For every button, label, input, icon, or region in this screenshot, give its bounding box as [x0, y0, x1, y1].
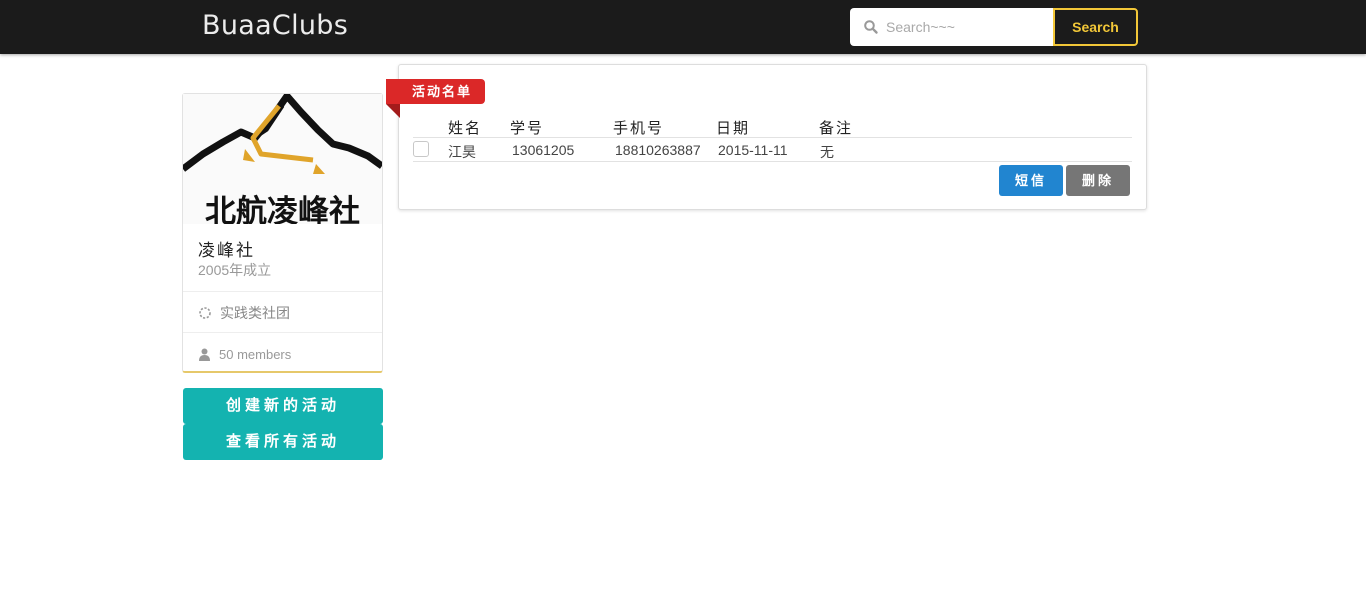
user-icon: [199, 348, 210, 361]
header-divider: [413, 137, 1132, 138]
club-type: 实践类社团: [198, 304, 290, 322]
club-card: 北航凌峰社 凌峰社 2005年成立 实践类社团 50 members: [182, 93, 383, 373]
create-activity-button[interactable]: 创建新的活动: [183, 388, 383, 424]
cell-note: 无: [820, 144, 834, 160]
roster-title-ribbon: 活动名单: [386, 79, 485, 104]
club-logo-image: 北航凌峰社: [183, 94, 382, 224]
divider: [183, 291, 382, 292]
view-activities-button[interactable]: 查看所有活动: [183, 424, 383, 460]
column-header-phone: 手机号: [613, 120, 665, 137]
cell-phone: 18810263887: [615, 142, 701, 158]
brand-logo[interactable]: BuaaClubs: [202, 10, 348, 41]
club-members: 50 members: [198, 345, 291, 363]
cell-date: 2015-11-11: [718, 142, 788, 158]
cell-name: 江昊: [448, 144, 476, 160]
spinner-icon: [199, 307, 211, 319]
row-checkbox[interactable]: [413, 141, 429, 157]
search-button[interactable]: Search: [1053, 8, 1138, 46]
column-header-student-id: 学号: [510, 120, 545, 137]
search-form: Search: [850, 8, 1138, 46]
ribbon-tail: [386, 104, 400, 118]
cell-student-id: 13061205: [512, 142, 575, 158]
club-name: 凌峰社: [198, 241, 255, 260]
search-input[interactable]: [886, 8, 1046, 46]
search-icon: [864, 20, 878, 34]
column-header-date: 日期: [716, 120, 751, 137]
column-header-name: 姓名: [448, 120, 483, 137]
divider: [183, 332, 382, 333]
club-members-label: 50 members: [219, 346, 292, 362]
club-logo-text: 北航凌峰社: [205, 194, 360, 224]
column-header-note: 备注: [819, 120, 854, 137]
row-divider: [413, 161, 1132, 162]
club-founded: 2005年成立: [198, 262, 272, 278]
club-type-label: 实践类社团: [220, 305, 290, 321]
search-box: [850, 8, 1054, 46]
delete-button[interactable]: 删除: [1066, 165, 1130, 196]
top-navbar: BuaaClubs Search: [0, 0, 1366, 54]
sms-button[interactable]: 短信: [999, 165, 1063, 196]
